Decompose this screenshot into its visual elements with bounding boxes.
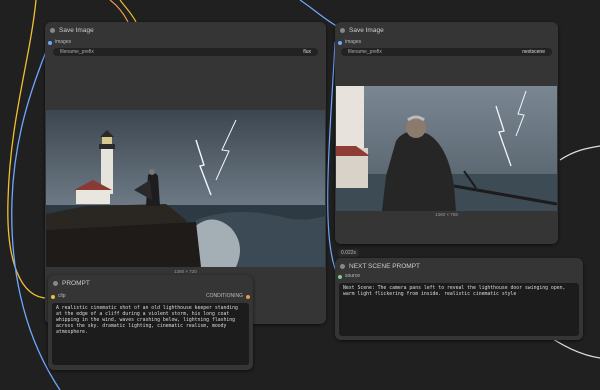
- image-size-label: 1280 × 720: [174, 269, 197, 274]
- collapse-dot-icon[interactable]: [340, 28, 345, 33]
- filename-prefix-field[interactable]: filename_prefix nextscene: [341, 48, 552, 56]
- prompt-node[interactable]: PROMPT clip CONDITIONING A realistic cin…: [48, 275, 253, 370]
- node-title-bar[interactable]: Save Image: [335, 22, 558, 39]
- slot-label: source: [345, 273, 361, 279]
- keeper-at-railing-image: [336, 86, 557, 211]
- input-pin-icon[interactable]: [338, 274, 342, 279]
- collapse-dot-icon[interactable]: [340, 264, 345, 269]
- input-pin-icon[interactable]: [338, 40, 342, 45]
- node-title-bar[interactable]: NEXT SCENE PROMPT: [335, 258, 583, 275]
- images-input-slot[interactable]: images: [338, 39, 362, 46]
- output-image-next-scene[interactable]: [336, 86, 557, 211]
- node-title-bar[interactable]: Save Image: [45, 22, 326, 39]
- node-title-bar[interactable]: PROMPT: [48, 275, 253, 292]
- next-scene-prompt-node[interactable]: NEXT SCENE PROMPT source Next Scene: The…: [335, 258, 583, 340]
- next-scene-text-field[interactable]: Next Scene: The camera pans left to reve…: [339, 283, 579, 336]
- filename-prefix-field[interactable]: filename_prefix flux: [53, 48, 318, 56]
- widget-label: filename_prefix: [348, 49, 382, 55]
- save-image-node-right[interactable]: Save Image images filename_prefix nextsc…: [335, 22, 558, 244]
- images-input-slot[interactable]: images: [48, 39, 72, 46]
- slot-label: CONDITIONING: [206, 293, 243, 299]
- lighthouse-storm-image: [46, 110, 325, 267]
- source-input-slot[interactable]: source: [338, 273, 361, 280]
- node-title: Save Image: [59, 27, 94, 34]
- input-pin-icon[interactable]: [51, 294, 55, 299]
- output-pin-icon[interactable]: [246, 294, 250, 299]
- conditioning-output-slot[interactable]: CONDITIONING: [206, 293, 250, 300]
- slot-label: images: [55, 39, 72, 45]
- collapse-dot-icon[interactable]: [53, 281, 58, 286]
- collapse-dot-icon[interactable]: [50, 28, 55, 33]
- slot-label: clip: [58, 293, 66, 299]
- execution-time-badge: 0.022s: [338, 249, 360, 257]
- widget-value: flux: [303, 49, 311, 55]
- node-title: Save Image: [349, 27, 384, 34]
- clip-input-slot[interactable]: clip: [51, 293, 66, 300]
- output-image-lighthouse[interactable]: [46, 110, 325, 267]
- node-title: PROMPT: [62, 280, 90, 287]
- widget-label: filename_prefix: [60, 49, 94, 55]
- input-pin-icon[interactable]: [48, 40, 52, 45]
- image-size-label: 1360 × 768: [435, 212, 458, 217]
- node-title: NEXT SCENE PROMPT: [349, 263, 421, 270]
- slot-label: images: [345, 39, 362, 45]
- prompt-text-field[interactable]: A realistic cinematic shot of an old lig…: [52, 303, 249, 365]
- widget-value: nextscene: [522, 49, 545, 55]
